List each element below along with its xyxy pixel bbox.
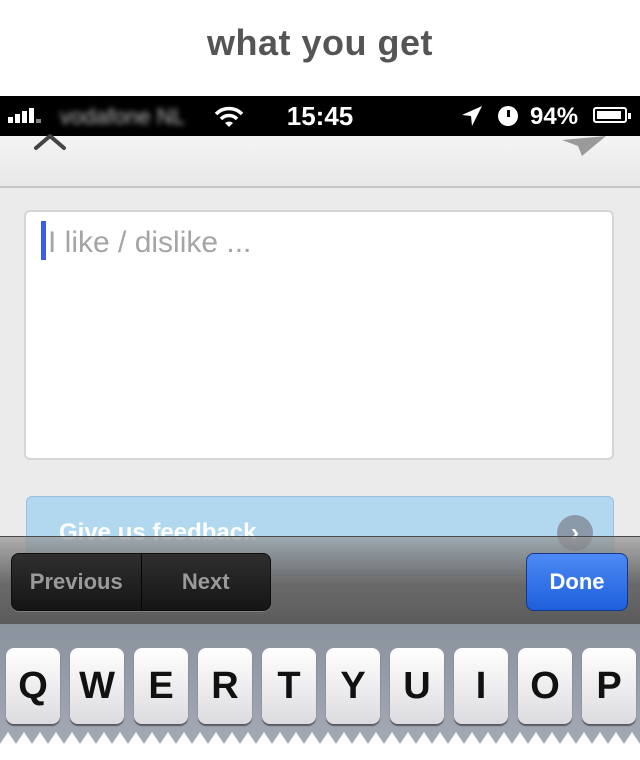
- chevron-up-icon[interactable]: [30, 134, 70, 158]
- previous-button[interactable]: Previous: [12, 554, 141, 610]
- paper-plane-icon[interactable]: [560, 134, 610, 158]
- textarea-placeholder: I like / dislike ...: [48, 226, 252, 259]
- key[interactable]: I: [454, 648, 508, 724]
- key[interactable]: U: [390, 648, 444, 724]
- alarm-clock-icon: [498, 106, 518, 126]
- key[interactable]: T: [262, 648, 316, 724]
- key[interactable]: Y: [326, 648, 380, 724]
- keyboard-accessory-bar: Previous Next Done: [0, 536, 640, 624]
- done-button[interactable]: Done: [526, 553, 628, 611]
- location-arrow-icon: [462, 106, 482, 126]
- battery-icon: [593, 107, 631, 123]
- prev-next-segmented-control: Previous Next: [11, 553, 271, 611]
- key[interactable]: O: [518, 648, 572, 724]
- key[interactable]: P: [582, 648, 636, 724]
- torn-edge: [0, 732, 640, 760]
- feedback-textarea[interactable]: I like / dislike ...: [24, 210, 614, 460]
- battery-percentage: 94%: [530, 103, 579, 130]
- caption-banner: what you get: [0, 0, 640, 96]
- navigation-bar: [0, 134, 640, 188]
- key[interactable]: W: [70, 648, 124, 724]
- caption-title: what you get: [206, 22, 433, 63]
- key[interactable]: R: [198, 648, 252, 724]
- status-bar: vodafone NL 15:45 94%: [0, 96, 640, 136]
- key[interactable]: E: [134, 648, 188, 724]
- next-button[interactable]: Next: [140, 554, 271, 610]
- text-cursor: [41, 221, 46, 260]
- key[interactable]: Q: [6, 648, 60, 724]
